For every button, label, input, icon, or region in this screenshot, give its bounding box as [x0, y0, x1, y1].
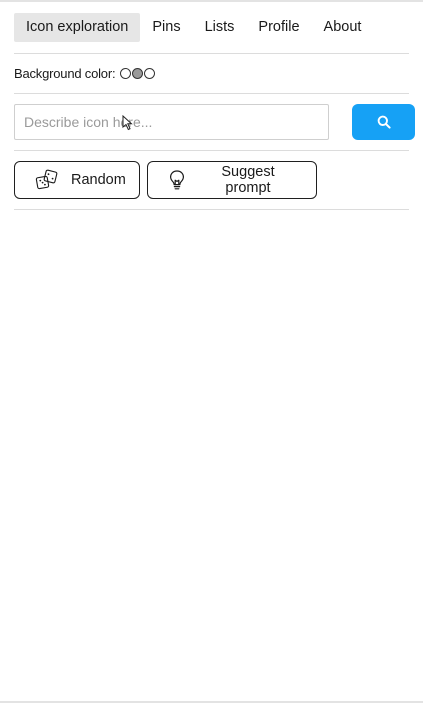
- random-button[interactable]: Random: [14, 161, 140, 199]
- tab-icon-exploration[interactable]: Icon exploration: [14, 13, 141, 42]
- actions-row: Random Suggest prompt: [14, 151, 409, 210]
- dice-icon: [35, 169, 59, 191]
- mouse-cursor-icon: [122, 115, 133, 131]
- suggest-prompt-label: Suggest prompt: [221, 164, 275, 196]
- search-button[interactable]: [352, 104, 415, 140]
- tab-about[interactable]: About: [312, 13, 374, 42]
- suggest-prompt-button[interactable]: Suggest prompt: [147, 161, 317, 199]
- search-input[interactable]: [14, 104, 329, 140]
- background-color-label: Background color:: [14, 66, 116, 81]
- background-color-row: Background color:: [14, 54, 409, 94]
- top-nav: Icon exploration Pins Lists Profile Abou…: [14, 2, 409, 54]
- swatch-white[interactable]: [120, 68, 132, 79]
- tab-lists[interactable]: Lists: [193, 13, 247, 42]
- random-label: Random: [71, 172, 126, 188]
- tab-profile[interactable]: Profile: [246, 13, 311, 42]
- search-row: [14, 94, 415, 151]
- lightbulb-icon: [168, 169, 186, 191]
- app-frame: Icon exploration Pins Lists Profile Abou…: [0, 0, 423, 703]
- search-icon: [377, 115, 391, 129]
- main-panel: Icon exploration Pins Lists Profile Abou…: [14, 2, 415, 210]
- swatch-white-alt[interactable]: [144, 68, 156, 79]
- swatch-gray[interactable]: [132, 68, 144, 79]
- tab-pins[interactable]: Pins: [140, 13, 192, 42]
